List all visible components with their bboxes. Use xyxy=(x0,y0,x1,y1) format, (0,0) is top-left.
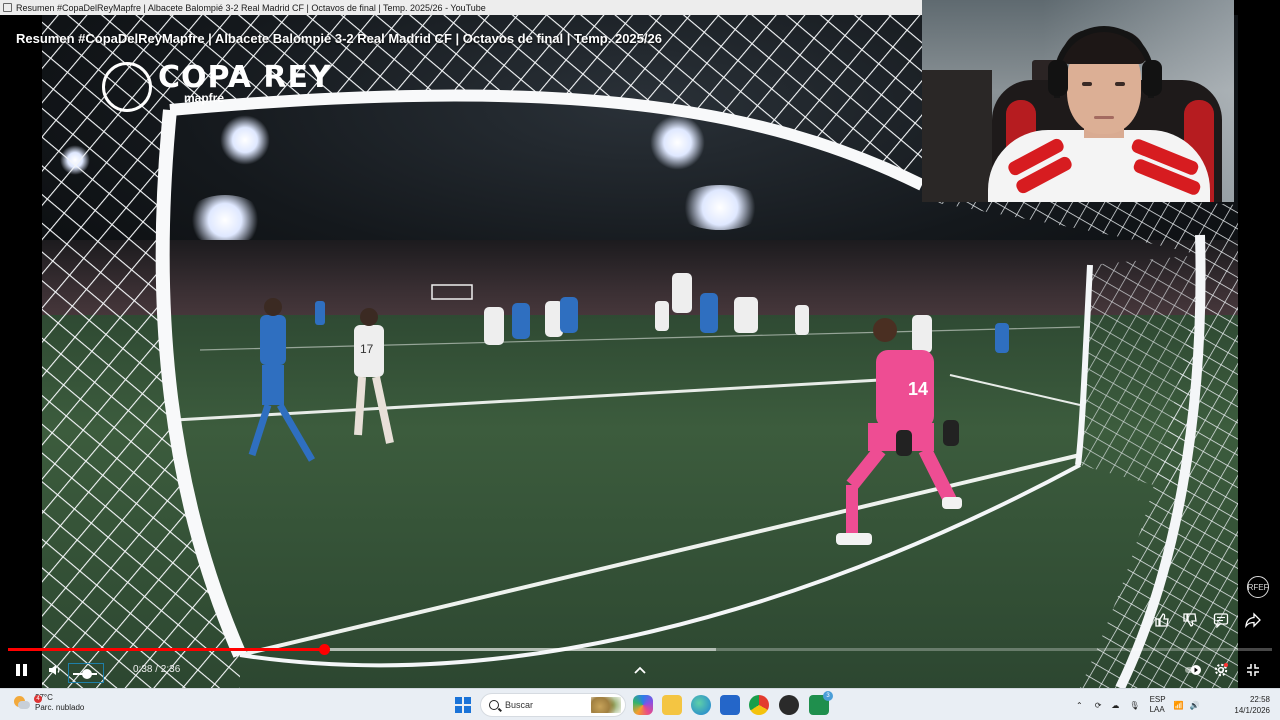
chrome-icon[interactable] xyxy=(749,695,769,715)
partly-cloudy-icon xyxy=(14,695,30,711)
player-controls: 0:38 / 2:36 xyxy=(0,655,1280,685)
copa-del-rey-logo: COPA REY mapfre xyxy=(102,60,332,112)
autoplay-icon[interactable] xyxy=(1183,661,1203,679)
language-indicator[interactable]: ESP LAA xyxy=(1150,695,1166,715)
progress-scrubber[interactable] xyxy=(319,644,330,655)
gear-icon[interactable] xyxy=(1211,661,1231,679)
copa-crest-icon xyxy=(102,62,152,112)
goalkeeper-number: 14 xyxy=(908,379,928,399)
cloud-icon[interactable]: ☁ xyxy=(1111,701,1119,710)
window-title: Resumen #CopaDelReyMapfre | Albacete Bal… xyxy=(16,2,486,13)
system-tray: ⌃ ⟳ ☁ 🎙 ESP LAA 📶 🔊 xyxy=(1076,689,1200,720)
exit-fullscreen-icon[interactable] xyxy=(1243,661,1263,679)
time-display: 0:38 / 2:36 xyxy=(133,664,181,675)
taskbar-clock[interactable]: 22:58 14/1/2026 xyxy=(1234,694,1270,716)
xbox-icon[interactable]: 3 xyxy=(809,691,833,715)
chevron-up-icon[interactable] xyxy=(630,660,650,680)
taskbar-search[interactable]: Buscar xyxy=(480,693,626,717)
speaker-icon[interactable]: 🔊 xyxy=(1190,701,1200,710)
comment-icon[interactable] xyxy=(1213,612,1229,631)
letterbox-left xyxy=(0,15,42,688)
youtube-tab-icon xyxy=(3,3,12,12)
clock-time: 22:58 xyxy=(1249,695,1270,704)
file-explorer-icon[interactable] xyxy=(662,695,682,715)
window-titlebar: Resumen #CopaDelReyMapfre | Albacete Bal… xyxy=(0,0,922,15)
progress-bar[interactable] xyxy=(8,644,1272,655)
webcam-overlay xyxy=(922,0,1234,202)
rfef-badge: RFEF xyxy=(1247,576,1269,598)
chevron-up-icon[interactable]: ⌃ xyxy=(1076,701,1083,710)
player-number: 17 xyxy=(360,342,374,356)
wifi-icon[interactable]: 📶 xyxy=(1174,701,1184,710)
search-placeholder: Buscar xyxy=(505,700,534,710)
windows-start-icon[interactable] xyxy=(455,697,471,713)
app-icon[interactable] xyxy=(779,695,799,715)
taskbar: 4 27°C Parc. nublado Buscar 3 ⌃ ⟳ ☁ 🎙 ES… xyxy=(0,688,1280,720)
search-highlight-image xyxy=(591,697,621,713)
share-icon[interactable] xyxy=(1245,612,1261,631)
volume-icon[interactable] xyxy=(46,661,64,679)
progress-played xyxy=(8,648,324,651)
weather-widget[interactable]: 4 27°C Parc. nublado xyxy=(14,693,84,713)
weather-temp: 27°C xyxy=(35,693,53,702)
lang-bottom: LAA xyxy=(1149,705,1165,714)
shelf xyxy=(922,70,992,202)
thumbs-down-icon[interactable] xyxy=(1182,612,1198,631)
thumbs-up-icon[interactable] xyxy=(1154,612,1170,631)
store-badge: 3 xyxy=(823,691,833,701)
microsoft-store-icon[interactable] xyxy=(720,695,740,715)
edge-icon[interactable] xyxy=(691,695,711,715)
clock-date: 14/1/2026 xyxy=(1234,706,1270,715)
weather-badge: 4 xyxy=(34,695,42,703)
lang-top: ESP xyxy=(1149,695,1166,704)
search-icon xyxy=(489,700,499,710)
volume-slider[interactable] xyxy=(68,663,104,683)
goalkeeper: 14 xyxy=(836,318,962,545)
sync-icon[interactable]: ⟳ xyxy=(1095,701,1102,710)
pause-icon[interactable] xyxy=(12,661,30,679)
video-overlay-title[interactable]: Resumen #CopaDelReyMapfre | Albacete Bal… xyxy=(16,31,662,46)
brand-main: COPA REY xyxy=(158,60,332,95)
microphone-icon[interactable]: 🎙 xyxy=(1129,701,1139,710)
weather-desc: Parc. nublado xyxy=(35,703,85,712)
copilot-icon[interactable] xyxy=(633,695,653,715)
